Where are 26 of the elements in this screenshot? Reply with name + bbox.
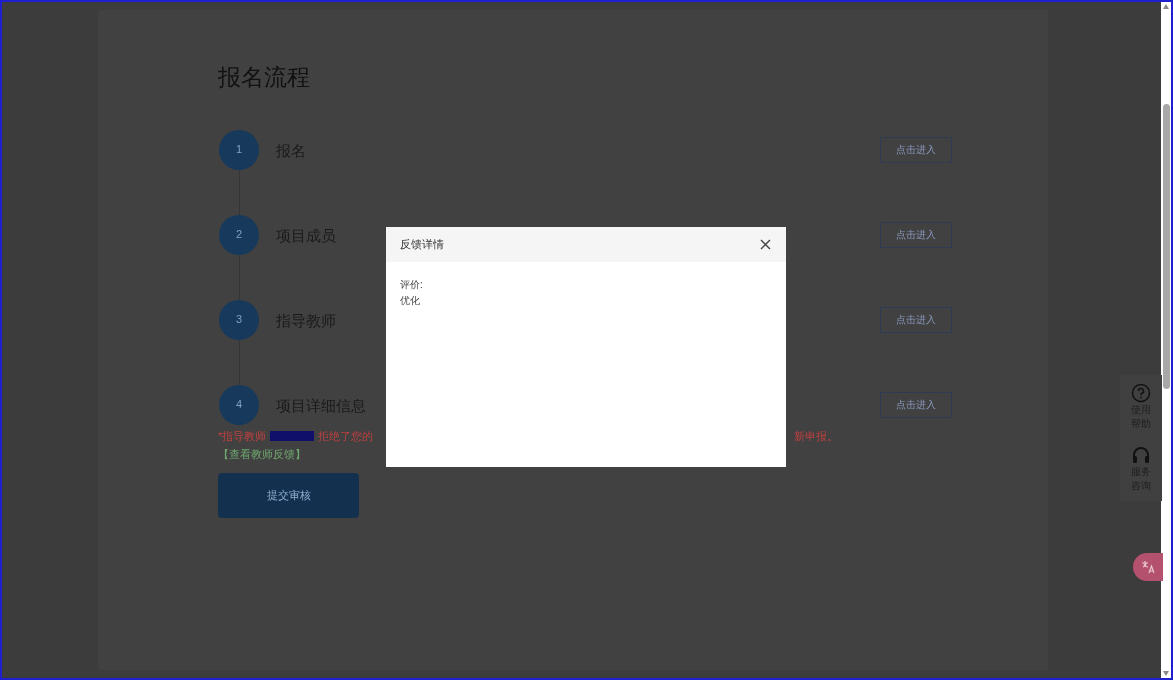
- enter-button[interactable]: 点击进入: [880, 306, 952, 333]
- close-button[interactable]: [758, 237, 772, 252]
- help-icon: [1131, 383, 1151, 403]
- enter-button[interactable]: 点击进入: [880, 221, 952, 248]
- close-icon: [759, 239, 771, 250]
- scrollbar[interactable]: [1161, 2, 1171, 678]
- notice-text: 拒绝了您的: [318, 428, 374, 444]
- enter-button[interactable]: 点击进入: [880, 391, 952, 418]
- redacted-name-block: [270, 430, 315, 441]
- scroll-up-icon[interactable]: [1163, 4, 1169, 9]
- step-number: 4: [219, 384, 259, 425]
- translate-icon: [1141, 560, 1155, 574]
- submit-button[interactable]: 提交审核: [218, 472, 359, 518]
- scroll-down-icon[interactable]: [1163, 671, 1169, 676]
- enter-button[interactable]: 点击进入: [880, 136, 952, 163]
- step-number: 1: [219, 129, 259, 170]
- step-number: 2: [219, 214, 259, 255]
- notice-text: 新申报。: [794, 428, 838, 444]
- teacher-feedback-link[interactable]: 【查看教师反馈】: [218, 446, 306, 463]
- translate-button[interactable]: [1133, 553, 1163, 581]
- dialog-title: 反馈详情: [400, 237, 444, 253]
- headset-icon: [1131, 445, 1151, 465]
- feedback-text: 优化: [400, 294, 420, 308]
- step-number: 3: [219, 299, 259, 340]
- notice-text: *指导教师: [218, 428, 267, 444]
- feedback-text: 评价:: [400, 278, 423, 292]
